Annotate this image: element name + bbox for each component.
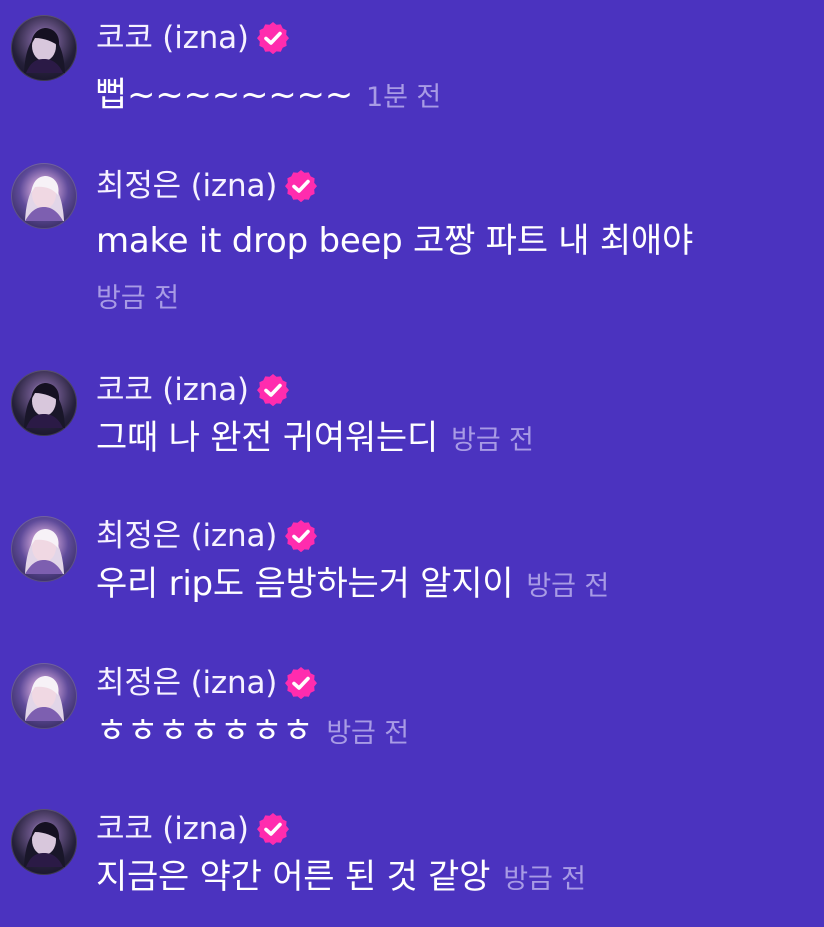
chat-message: 코코 (izna) 뻡~~~~~~~~ 1분 전	[0, 0, 824, 146]
avatar-image	[25, 176, 64, 221]
chat-message: 코코 (izna) 그때 나 완전 귀여워는디 방금 전	[0, 355, 824, 503]
chat-message: 최정은 (izna) make it drop beep 코짱 파트 내 최애야…	[0, 148, 824, 338]
message-time: 방금 전	[503, 864, 586, 895]
avatar[interactable]	[11, 663, 77, 729]
avatar-image	[24, 383, 65, 428]
verified-badge-icon	[256, 374, 289, 406]
message-text: 뻡~~~~~~~~	[96, 75, 353, 115]
avatar[interactable]	[11, 370, 77, 436]
avatar-image	[25, 676, 64, 721]
chat-message: 최정은 (izna) ㅎㅎㅎㅎㅎㅎㅎ 방금 전	[0, 648, 824, 793]
message-header: 최정은 (izna)	[96, 660, 318, 706]
message-time: 방금 전	[326, 718, 410, 749]
message-header: 코코 (izna)	[96, 15, 289, 61]
message-text: 지금은 약간 어른 된 것 같앙	[96, 857, 491, 897]
sender-name[interactable]: 최정은 (izna)	[96, 667, 277, 699]
verified-badge-icon	[256, 22, 289, 54]
message-time: 1분 전	[366, 82, 442, 113]
sender-name[interactable]: 최정은 (izna)	[96, 520, 277, 552]
message-body: make it drop beep 코짱 파트 내 최애야	[96, 221, 806, 261]
message-body: 우리 rip도 음방하는거 알지이 방금 전	[96, 564, 806, 603]
sender-name[interactable]: 코코 (izna)	[96, 813, 249, 845]
verified-badge-icon	[285, 170, 318, 202]
avatar[interactable]	[11, 516, 77, 582]
message-text: ㅎㅎㅎㅎㅎㅎㅎ	[96, 711, 314, 751]
message-header: 최정은 (izna)	[96, 513, 318, 559]
message-header: 최정은 (izna)	[96, 163, 318, 209]
message-text: make it drop beep 코짱 파트 내 최애야	[96, 221, 693, 261]
message-header: 코코 (izna)	[96, 367, 289, 413]
message-body: 그때 나 완전 귀여워는디 방금 전	[96, 418, 806, 457]
message-text: 우리 rip도 음방하는거 알지이	[96, 564, 514, 604]
avatar-image	[24, 28, 65, 73]
message-text: 그때 나 완전 귀여워는디	[96, 418, 438, 458]
sender-name[interactable]: 최정은 (izna)	[96, 170, 277, 202]
avatar-image	[24, 822, 65, 867]
chat-message-list: 코코 (izna) 뻡~~~~~~~~ 1분 전 최정은 (izna) make…	[0, 0, 824, 927]
avatar[interactable]	[11, 809, 77, 875]
verified-badge-icon	[285, 520, 318, 552]
chat-message: 코코 (izna) 지금은 약간 어른 된 것 같앙 방금 전	[0, 794, 824, 927]
message-header: 코코 (izna)	[96, 806, 289, 852]
message-body: 지금은 약간 어른 된 것 같앙 방금 전	[96, 857, 806, 896]
sender-name[interactable]: 코코 (izna)	[96, 22, 249, 54]
message-time: 방금 전	[451, 425, 534, 456]
avatar-image	[25, 529, 64, 574]
sender-name[interactable]: 코코 (izna)	[96, 374, 249, 406]
message-body: ㅎㅎㅎㅎㅎㅎㅎ 방금 전	[96, 711, 806, 750]
verified-badge-icon	[256, 813, 289, 845]
chat-message: 최정은 (izna) 우리 rip도 음방하는거 알지이 방금 전	[0, 501, 824, 647]
message-time: 방금 전	[96, 283, 180, 314]
avatar[interactable]	[11, 15, 77, 81]
avatar[interactable]	[11, 163, 77, 229]
message-time: 방금 전	[526, 571, 610, 602]
verified-badge-icon	[285, 667, 318, 699]
message-body: 뻡~~~~~~~~ 1분 전	[96, 75, 806, 114]
